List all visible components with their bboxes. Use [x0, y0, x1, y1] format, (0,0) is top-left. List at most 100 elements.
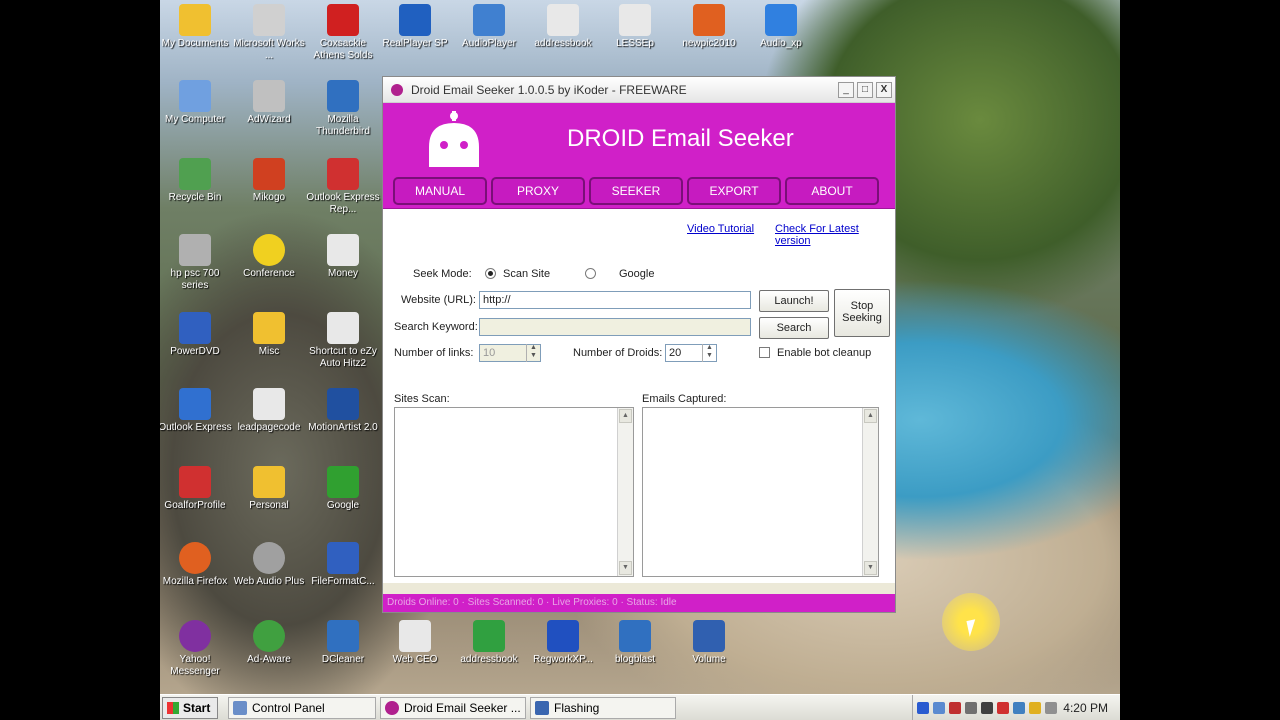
- tray-search-icon[interactable]: [965, 701, 977, 714]
- yahoo-icon: [179, 620, 211, 652]
- sites-scrollbar[interactable]: ▲ ▼: [617, 408, 633, 576]
- audioplayer-icon: [473, 4, 505, 36]
- icon-label: Web CEO: [392, 654, 438, 665]
- google-radio[interactable]: [585, 268, 596, 279]
- desktop-icon-recycle-bin[interactable]: Recycle Bin: [160, 158, 232, 204]
- tray-speaker-icon[interactable]: [1045, 701, 1057, 714]
- app-title: DROID Email Seeker: [567, 125, 794, 152]
- desktop-icon-hp-psc[interactable]: hp psc 700 series: [160, 234, 232, 292]
- mikogo-icon: [253, 158, 285, 190]
- desktop-icon-regworkxp[interactable]: RegworkXP...: [526, 620, 600, 666]
- scroll-down-icon[interactable]: ▼: [619, 561, 632, 575]
- sites-scan-list[interactable]: ▲ ▼: [394, 407, 634, 577]
- speaker-icon: [253, 542, 285, 574]
- bot-cleanup-label: Enable bot cleanup: [777, 347, 872, 359]
- scroll-down-icon[interactable]: ▼: [864, 561, 877, 575]
- desktop-icon-yahoo-messenger[interactable]: Yahoo! Messenger: [160, 620, 232, 678]
- desktop-icon-ezy-auto-hitz[interactable]: Shortcut to eZy Auto Hitz2: [306, 312, 380, 370]
- control-panel-icon: [233, 700, 247, 715]
- emails-scrollbar[interactable]: ▲ ▼: [862, 408, 878, 576]
- desktop-icon-web-audio-plus[interactable]: Web Audio Plus: [232, 542, 306, 588]
- desktop-icon-newpic2010[interactable]: newpic2010: [672, 4, 746, 50]
- desktop-icon-volume[interactable]: Volume: [672, 620, 746, 666]
- desktop-icon-my-documents[interactable]: My Documents: [160, 4, 232, 50]
- tray-wifi-icon[interactable]: [1013, 701, 1025, 714]
- window-titlebar[interactable]: Droid Email Seeker 1.0.0.5 by iKoder - F…: [383, 77, 895, 103]
- search-button[interactable]: Search: [759, 317, 829, 339]
- desktop-icon-web-ceo[interactable]: Web CEO: [378, 620, 452, 666]
- pdf-icon: [327, 4, 359, 36]
- desktop-icon-motionartist[interactable]: MotionArtist 2.0: [306, 388, 380, 434]
- desktop-icon-blogblast[interactable]: blogblast: [598, 620, 672, 666]
- desktop-icon-addressbook-xls[interactable]: addressbook: [452, 620, 526, 666]
- scroll-up-icon[interactable]: ▲: [619, 409, 632, 423]
- desktop-icon-addressbook[interactable]: addressbook: [526, 4, 600, 50]
- icon-label: GoalforProfile: [164, 500, 226, 511]
- desktop-icon-misc[interactable]: Misc: [232, 312, 306, 358]
- desktop-icon-leadpagecode[interactable]: leadpagecode: [232, 388, 306, 434]
- desktop-icon-ad-aware[interactable]: Ad-Aware: [232, 620, 306, 666]
- icon-label: Outlook Express: [160, 422, 232, 433]
- task-control-panel[interactable]: Control Panel: [228, 696, 376, 719]
- video-tutorial-link[interactable]: Video Tutorial: [687, 223, 754, 235]
- task-flashing[interactable]: Flashing: [530, 696, 676, 719]
- desktop-icon-outlook-repair[interactable]: Outlook Express Rep...: [306, 158, 380, 216]
- stop-seeking-button[interactable]: Stop Seeking: [834, 289, 890, 337]
- start-button[interactable]: Start: [162, 696, 218, 719]
- desktop-icon-firefox[interactable]: Mozilla Firefox: [160, 542, 232, 588]
- bot-cleanup-checkbox[interactable]: [759, 347, 770, 358]
- close-button[interactable]: X: [876, 81, 892, 98]
- desktop-icon-audioplayer[interactable]: AudioPlayer: [452, 4, 526, 50]
- icon-label: Mikogo: [252, 192, 286, 203]
- droids-spinner-icon[interactable]: ▲ ▼: [702, 344, 716, 362]
- folder-icon: [253, 312, 285, 344]
- icon-label: hp psc 700 series: [170, 268, 220, 291]
- desktop-icon-goalforprofile[interactable]: GoalforProfile: [160, 466, 232, 512]
- search-keyword-input[interactable]: [479, 318, 751, 336]
- desktop-icon-outlook-express[interactable]: Outlook Express: [160, 388, 232, 434]
- desktop-icon-mikogo[interactable]: Mikogo: [232, 158, 306, 204]
- minimize-button[interactable]: _: [838, 81, 854, 98]
- launch-button[interactable]: Launch!: [759, 290, 829, 312]
- scan-site-label: Scan Site: [503, 268, 551, 280]
- desktop-icon-adwizard[interactable]: AdWizard: [232, 80, 306, 126]
- desktop-icon-dcleaner[interactable]: DCleaner: [306, 620, 380, 666]
- export-button[interactable]: EXPORT: [687, 176, 781, 205]
- desktop-icon-my-computer[interactable]: My Computer: [160, 80, 232, 126]
- manual-button[interactable]: MANUAL: [393, 176, 487, 205]
- check-latest-version-link[interactable]: Check For Latest version: [775, 223, 895, 247]
- shortcut-icon: [327, 312, 359, 344]
- desktop-icon-google[interactable]: Google: [306, 466, 380, 512]
- tray-security-icon[interactable]: [997, 701, 1009, 714]
- scroll-up-icon[interactable]: ▲: [864, 409, 877, 423]
- desktop-icon-lessep[interactable]: LESSEp: [598, 4, 672, 50]
- desktop-icon-audio-xp[interactable]: Audio_xp: [744, 4, 818, 50]
- tray-network-icon[interactable]: [917, 701, 929, 714]
- desktop-icon-microsoft-works[interactable]: Microsoft Works ...: [232, 4, 306, 62]
- desktop-icon-realplayer[interactable]: RealPlayer SP: [378, 4, 452, 50]
- links-spinner-icon[interactable]: ▲ ▼: [526, 344, 540, 362]
- desktop-icon-personal[interactable]: Personal: [232, 466, 306, 512]
- tray-update-icon[interactable]: [1029, 701, 1041, 714]
- scan-site-radio[interactable]: [485, 268, 496, 279]
- icon-label: Outlook Express Rep...: [306, 192, 380, 215]
- website-url-input[interactable]: http://: [479, 291, 751, 309]
- maximize-button[interactable]: □: [857, 81, 873, 98]
- desktop-icon-coxsackie[interactable]: Coxsackie Athens Solds: [306, 4, 380, 62]
- proxy-button[interactable]: PROXY: [491, 176, 585, 205]
- desktop-icon-thunderbird[interactable]: Mozilla Thunderbird: [306, 80, 380, 138]
- desktop-icon-fileformat[interactable]: FileFormatC...: [306, 542, 380, 588]
- desktop[interactable]: My Documents Microsoft Works ... Coxsack…: [160, 0, 1120, 694]
- task-droid-email-seeker[interactable]: Droid Email Seeker ...: [380, 696, 526, 719]
- about-button[interactable]: ABOUT: [785, 176, 879, 205]
- clock[interactable]: 4:20 PM: [1063, 701, 1108, 715]
- tray-monitor-icon[interactable]: [933, 701, 945, 714]
- emails-captured-list[interactable]: ▲ ▼: [642, 407, 879, 577]
- seeker-button[interactable]: SEEKER: [589, 176, 683, 205]
- icon-label: Coxsackie Athens Solds: [313, 38, 373, 61]
- tray-zone-icon[interactable]: [981, 701, 993, 714]
- desktop-icon-conference[interactable]: Conference: [232, 234, 306, 280]
- desktop-icon-money[interactable]: Money: [306, 234, 380, 280]
- tray-shield-icon[interactable]: [949, 701, 961, 714]
- desktop-icon-powerdvd[interactable]: PowerDVD: [160, 312, 232, 358]
